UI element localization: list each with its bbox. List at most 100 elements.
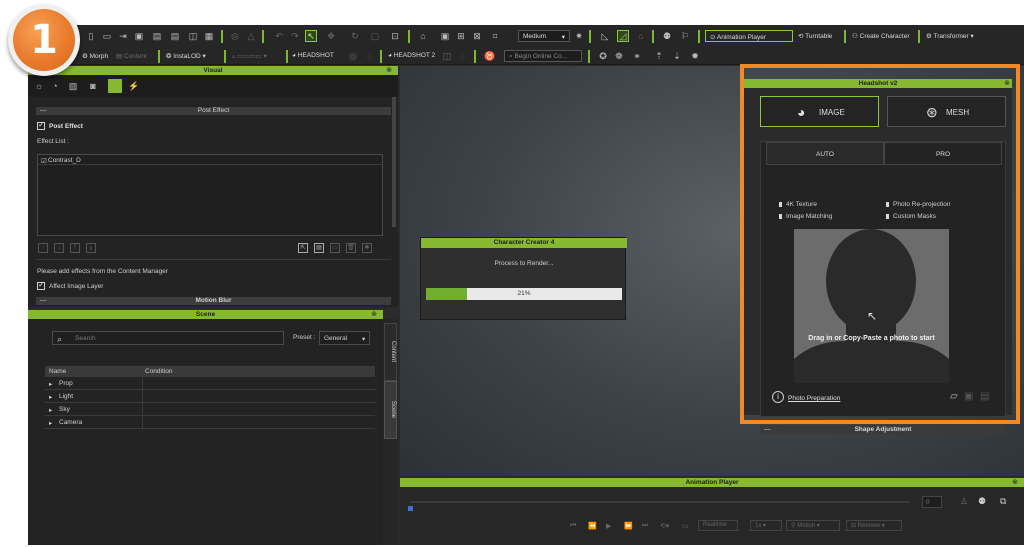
close-icon[interactable]: ⊗ xyxy=(386,66,392,75)
side-tab-content[interactable]: Content xyxy=(384,323,397,381)
expand-arrow-icon[interactable]: ▸ xyxy=(49,380,52,388)
headshot-settings-icon[interactable]: ◎ xyxy=(348,51,358,61)
online-content-search[interactable]: ⌕ Begin Online Co... xyxy=(504,50,582,62)
camera-tab-icon[interactable]: ◙ xyxy=(88,81,98,91)
collapse-icon[interactable]: — xyxy=(764,425,771,434)
tool-icon[interactable]: ◎ xyxy=(230,31,240,41)
post-effect-checkbox[interactable] xyxy=(37,120,45,130)
image-icon[interactable]: ▨ xyxy=(68,81,78,91)
close-icon[interactable]: ⊗ xyxy=(371,310,377,319)
headshot2-button[interactable]: ◕ HEADSHOT 2 xyxy=(388,52,435,59)
select-arrow-icon[interactable]: ↖ xyxy=(306,31,316,41)
skip-start-icon[interactable]: ⏮ xyxy=(570,522,576,530)
move-bottom-button[interactable]: ⤓ xyxy=(86,243,96,253)
collapse-icon[interactable]: — xyxy=(40,297,47,305)
snap-icon[interactable]: ⊡ xyxy=(390,31,400,41)
save-icon[interactable]: ▣ xyxy=(134,31,144,41)
column-header-condition[interactable]: Condition xyxy=(145,368,172,375)
table-row[interactable]: ▸ Light xyxy=(45,390,375,403)
reallusion-icon[interactable]: ✪ xyxy=(598,51,608,61)
close-icon[interactable]: ⊗ xyxy=(1012,478,1018,487)
delete-effect-button[interactable]: 🗑 xyxy=(346,243,356,253)
camera-icon[interactable]: ⌗ xyxy=(490,31,500,41)
window-icon[interactable]: ⧉ xyxy=(1000,496,1006,507)
smart-icon[interactable]: ♉ xyxy=(484,51,495,61)
visual-panel-header[interactable]: Visual ⊗ xyxy=(28,66,398,75)
motion-blur-section-header[interactable]: — Motion Blur xyxy=(36,297,391,305)
rewind-icon[interactable]: ⏪ xyxy=(588,522,597,530)
upload-icon[interactable]: ⇡ xyxy=(654,51,664,61)
fit-icon[interactable]: ▣ xyxy=(440,31,450,41)
pose-icon[interactable]: ⌂ xyxy=(636,31,646,41)
export2-icon[interactable]: ▤ xyxy=(170,31,180,41)
home-icon[interactable]: ⌂ xyxy=(418,31,428,41)
move-down-button[interactable]: ↓ xyxy=(54,243,64,253)
affect-image-layer-checkbox[interactable] xyxy=(37,280,45,290)
sun-icon[interactable]: ☼ xyxy=(34,81,44,91)
rotate-icon[interactable]: ↻ xyxy=(350,31,360,41)
timeline-track[interactable] xyxy=(410,501,910,503)
turntable-button[interactable]: ⟲ Turntable xyxy=(798,32,832,40)
plugin-button[interactable]: ▵ ▭▭▭▭ ▾ xyxy=(232,52,267,60)
play-icon[interactable]: ▶ xyxy=(606,522,611,530)
headshot2-settings-icon[interactable]: ◫ xyxy=(442,51,452,61)
light-icon[interactable]: ✷ xyxy=(574,31,584,41)
effect-settings-button[interactable]: ✱ xyxy=(362,243,372,253)
timeline-keyframe-marker[interactable] xyxy=(408,506,413,511)
preset-select[interactable]: General ▾ xyxy=(319,331,370,345)
camera-view-icon[interactable]: ⚉ xyxy=(978,496,986,507)
import-icon[interactable]: ⇥ xyxy=(118,31,128,41)
open-icon[interactable]: ▭ xyxy=(102,31,112,41)
effect-item-checkbox-icon[interactable]: ☑ xyxy=(41,157,47,165)
undo-icon[interactable]: ↶ xyxy=(274,31,284,41)
table-row[interactable]: ▸ Prop xyxy=(45,377,375,390)
frame-input[interactable]: 0 xyxy=(922,496,942,508)
quality-select[interactable]: Medium ▾ xyxy=(518,30,570,42)
side-tab-scene[interactable]: Scene xyxy=(384,381,397,439)
redo-icon[interactable]: ↷ xyxy=(290,31,300,41)
scale-icon[interactable]: ▢ xyxy=(370,31,380,41)
morph-button[interactable]: ⚙ Morph xyxy=(82,52,108,60)
effect-list[interactable]: ☑ Contrast_D xyxy=(37,154,383,236)
instalod-button[interactable]: ❂ InstaLOD ▾ xyxy=(166,52,206,60)
edit-effect-button[interactable]: ▭ xyxy=(330,243,340,253)
post-effect-tab-active[interactable] xyxy=(108,79,122,93)
skip-end-icon[interactable]: ⏭ xyxy=(642,522,648,530)
settings-gear-icon[interactable]: ✹ xyxy=(690,51,700,61)
column-header-name[interactable]: Name xyxy=(49,368,66,375)
animation-player-button[interactable]: ⊙ Animation Player xyxy=(705,30,793,42)
move-up-button[interactable]: ↑ xyxy=(38,243,48,253)
realtime-select[interactable]: Realtime xyxy=(698,520,738,531)
grid-icon[interactable]: ⊠ xyxy=(472,31,482,41)
motion-button[interactable]: ⚲ Motion ▾ xyxy=(786,520,840,531)
collapse-icon[interactable]: — xyxy=(40,107,47,115)
headshot-button[interactable]: ◕ HEADSHOT xyxy=(292,52,334,59)
save-effect-button[interactable]: ▤ xyxy=(314,243,324,253)
move-icon[interactable]: ✥ xyxy=(326,31,336,41)
visual-scrollbar[interactable] xyxy=(392,97,396,227)
shape-adjustment-section-header[interactable]: — Shape Adjustment xyxy=(760,425,1006,434)
pin-icon[interactable]: ♙ xyxy=(960,496,968,507)
table-row[interactable]: ▸ Camera xyxy=(45,416,375,429)
remove-button[interactable]: ⊟ Remove ▾ xyxy=(846,520,902,531)
export-icon[interactable]: ▤ xyxy=(152,31,162,41)
headshot-help-icon[interactable]: ◌ xyxy=(364,51,374,61)
tool2-icon[interactable]: △ xyxy=(246,31,256,41)
new-icon[interactable]: ▯ xyxy=(86,31,96,41)
character-icon[interactable]: ⚉ xyxy=(662,31,672,41)
range-icon[interactable]: ▭ xyxy=(682,522,689,530)
import-effect-button[interactable]: ⇱ xyxy=(298,243,308,253)
lighting-icon[interactable]: ◔ xyxy=(50,81,60,91)
wand-icon[interactable]: ⚡ xyxy=(128,81,139,91)
loop-icon[interactable]: ⟲▾ xyxy=(660,522,669,530)
speed-select[interactable]: 1x ▾ xyxy=(750,520,782,531)
expand-arrow-icon[interactable]: ▸ xyxy=(49,393,52,401)
create-character-button[interactable]: ⚇ Create Character xyxy=(852,32,910,40)
headshot2-help-icon[interactable]: ◌ xyxy=(458,51,468,61)
link-icon[interactable]: ⚭ xyxy=(632,51,642,61)
move-top-button[interactable]: ⤒ xyxy=(70,243,80,253)
expand-arrow-icon[interactable]: ▸ xyxy=(49,406,52,414)
render-icon[interactable]: ◫ xyxy=(188,31,198,41)
gallery-icon[interactable]: ▦ xyxy=(204,31,214,41)
flag-icon[interactable]: ⚐ xyxy=(680,31,690,41)
